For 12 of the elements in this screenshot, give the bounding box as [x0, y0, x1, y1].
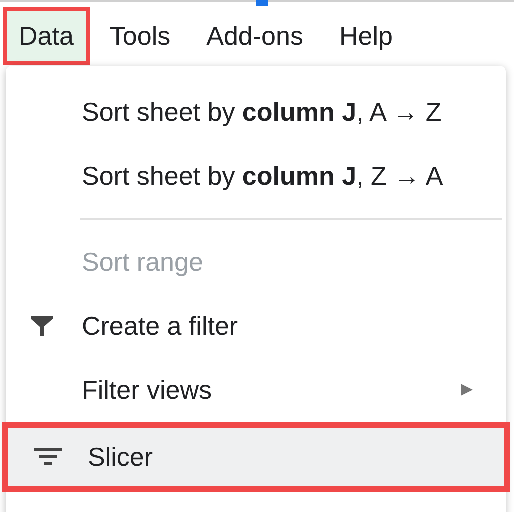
menu-tab[interactable]: Help	[323, 7, 409, 65]
menu-item[interactable]: Slicer	[2, 422, 510, 492]
menu-item[interactable]: Sort sheet by column J, Z → A	[2, 144, 510, 208]
filter-icon	[30, 315, 54, 337]
menu-tab[interactable]: Add-ons	[190, 7, 320, 65]
lines-icon	[34, 448, 62, 466]
menu-item[interactable]: Sort sheet by column J, A → Z	[2, 80, 510, 144]
menu-item[interactable]: Filter views	[2, 358, 510, 422]
menu-tab[interactable]: Data	[3, 7, 90, 65]
menu-tab[interactable]: Tools	[94, 7, 187, 65]
menu-item[interactable]: Create a filter	[2, 294, 510, 358]
selection-handle	[256, 0, 268, 6]
